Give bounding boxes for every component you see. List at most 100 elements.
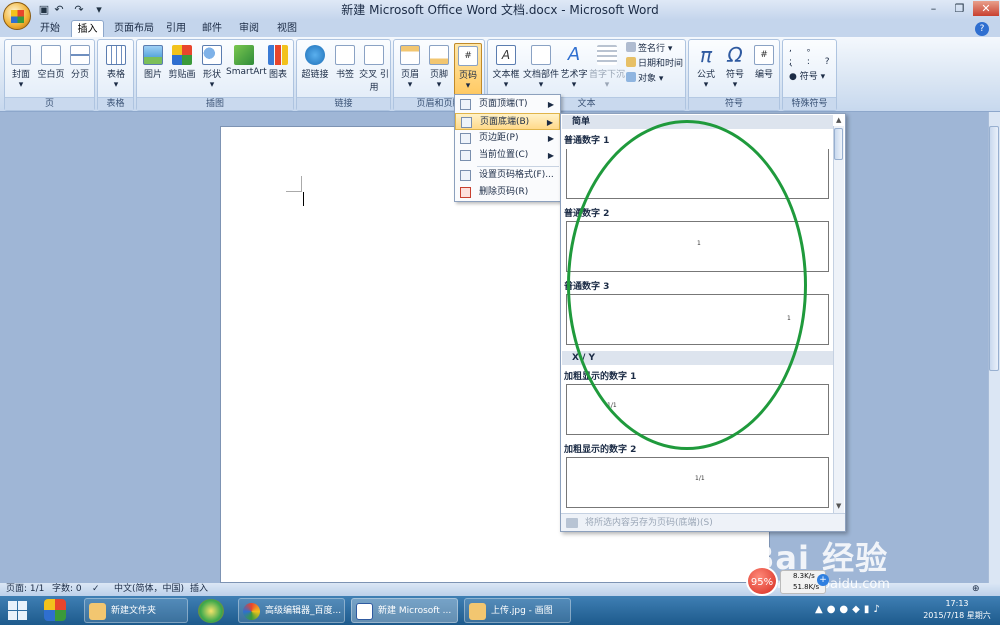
header-icon (400, 45, 420, 65)
hyperlink-button[interactable]: 超链接 (299, 43, 331, 95)
page-number-button[interactable]: # 页码 ▾ (454, 43, 482, 98)
clock[interactable]: 17:13 2015/7/18 星期六 (918, 598, 996, 622)
tab-home[interactable]: 开始 (33, 20, 67, 37)
bookmark-button[interactable]: 书签 (331, 43, 359, 95)
tab-page-layout[interactable]: 页面布局 (110, 20, 158, 37)
status-language[interactable]: 中文(简体，中国) (114, 583, 184, 596)
group-label: 表格 (98, 97, 133, 110)
menu-item-current-position[interactable]: 当前位置(C) ▶ (455, 147, 560, 164)
office-logo-icon (11, 10, 24, 23)
menu-item-page-margins[interactable]: 页边距(P) ▶ (455, 130, 560, 147)
blank-page-icon (41, 45, 61, 65)
page-number-icon: # (458, 46, 478, 66)
cover-page-button[interactable]: 封面 ▾ (7, 43, 35, 95)
text-box-button[interactable]: A 文本框 ▾ (490, 43, 522, 95)
gallery-item-bold-number-2[interactable]: 1/1 (566, 457, 829, 508)
scrollbar-thumb[interactable] (989, 126, 999, 371)
start-button[interactable] (6, 599, 28, 621)
chart-icon (268, 45, 288, 65)
browser-window-icon (243, 603, 260, 620)
taskbar-item-editor[interactable]: 高级编辑器_百度... (238, 598, 345, 623)
gallery-scrollbar[interactable] (833, 126, 844, 514)
group-special-symbols: , 。 、 ; : ? ● 符号 ▾ 特殊符号 (782, 39, 837, 111)
office-button[interactable] (3, 2, 31, 30)
folder-icon (89, 603, 106, 620)
shapes-button[interactable]: 形状 ▾ (198, 43, 226, 95)
menu-item-top-of-page[interactable]: 页面顶端(T) ▶ (455, 96, 560, 113)
scroll-down-icon[interactable]: ▼ (836, 502, 841, 510)
picture-icon (143, 45, 163, 65)
gallery-item-title: 加粗显示的数字 2 (564, 445, 637, 455)
scroll-up-icon[interactable]: ▲ (836, 116, 841, 124)
page-number-menu: 页面顶端(T) ▶ 页面底端(B) ▶ 页边距(P) ▶ 当前位置(C) ▶ 设置页码格… (454, 94, 561, 202)
signature-line-button[interactable]: 签名行 ▾ (626, 42, 672, 57)
gallery-scrollbar-thumb[interactable] (834, 128, 843, 160)
quick-parts-icon (531, 45, 551, 65)
taskbar-item-paint[interactable]: 上传.jpg - 画图 (464, 598, 571, 623)
number-icon: # (754, 45, 774, 65)
speed-badge[interactable]: 95% (746, 566, 778, 596)
picture-button[interactable]: 图片 (139, 43, 167, 95)
wordart-icon: A (567, 44, 581, 65)
tab-view[interactable]: 视图 (273, 20, 301, 37)
paint-icon (469, 603, 486, 620)
windows-logo-icon (8, 601, 17, 610)
page-break-button[interactable]: 分页 (66, 43, 94, 95)
group-illustrations: 图片 剪贴画 形状 ▾ SmartArt 图表 插图 (136, 39, 294, 111)
wordart-button[interactable]: A 艺术字 ▾ (559, 43, 589, 95)
header-button[interactable]: 页眉 ▾ (396, 43, 424, 95)
taskbar-item-word[interactable]: 新建 Microsoft ... (351, 598, 458, 623)
status-word-count[interactable]: 字数: 0 (52, 583, 82, 596)
group-pages: 封面 ▾ 空白页 分页 页 (4, 39, 95, 111)
equation-button[interactable]: π 公式 ▾ (691, 43, 721, 95)
tab-mailings[interactable]: 邮件 (198, 20, 226, 37)
system-tray-icons[interactable]: ▲●●◆▮♪ (815, 604, 911, 618)
number-button[interactable]: # 编号 (750, 43, 778, 95)
close-icon[interactable]: ✕ (973, 1, 999, 16)
object-button[interactable]: 对象 ▾ (626, 72, 663, 87)
margin-marker (286, 191, 302, 192)
table-button[interactable]: 表格 ▾ (101, 43, 131, 95)
symbol-button[interactable]: Ω 符号 ▾ (721, 43, 749, 95)
minimize-icon[interactable]: – (921, 1, 946, 16)
date-time-button[interactable]: 日期和时间 (626, 57, 683, 72)
cross-reference-button[interactable]: 交叉 引用 (359, 43, 389, 95)
omega-icon: Ω (727, 43, 743, 67)
help-icon[interactable]: ? (975, 22, 989, 36)
office-taskbar-icon[interactable] (44, 599, 66, 621)
menu-item-remove-page-numbers[interactable]: 删除页码(R) (455, 184, 560, 201)
browser-icon[interactable] (198, 599, 224, 623)
special-symbols-grid-row2[interactable]: ; : ? (789, 55, 836, 70)
smartart-button[interactable]: SmartArt (226, 43, 267, 95)
quick-parts-button[interactable]: 文档部件 ▾ (523, 43, 559, 95)
menu-item-format-page-numbers[interactable]: 设置页码格式(F)... (455, 167, 560, 184)
tab-references[interactable]: 引用 (162, 20, 190, 37)
blank-page-button[interactable]: 空白页 (36, 43, 66, 95)
special-symbol-button[interactable]: ● 符号 ▾ (789, 70, 825, 85)
group-tables: 表格 ▾ 表格 (97, 39, 134, 111)
clip-art-button[interactable]: 剪贴画 (167, 43, 197, 95)
tab-review[interactable]: 审阅 (235, 20, 263, 37)
group-label: 页 (5, 97, 94, 110)
chart-button[interactable]: 图表 (264, 43, 292, 95)
group-label: 符号 (689, 97, 779, 110)
shapes-icon (202, 45, 222, 65)
smartart-icon (234, 45, 254, 65)
tab-insert[interactable]: 插入 (71, 20, 104, 37)
pi-icon: π (699, 43, 713, 67)
add-icon[interactable]: + (817, 574, 829, 586)
status-insert-mode[interactable]: 插入 (190, 583, 208, 596)
drop-cap-button[interactable]: 首字下沉 ▾ (589, 43, 625, 95)
object-icon (626, 72, 636, 82)
taskbar-item-folder[interactable]: 新建文件夹 (84, 598, 188, 623)
window-title: 新建 Microsoft Office Word 文档.docx - Micro… (341, 3, 659, 17)
menu-item-bottom-of-page[interactable]: 页面底端(B) ▶ (455, 113, 560, 130)
page-margin-icon (460, 133, 471, 144)
cover-page-icon (11, 45, 31, 65)
footer-button[interactable]: 页脚 ▾ (425, 43, 453, 95)
spellcheck-icon[interactable]: ✓ (92, 583, 100, 596)
restore-icon[interactable]: ❐ (947, 1, 972, 16)
save-selection-to-gallery[interactable]: 将所选内容另存为页码(底端)(S) (561, 513, 845, 531)
status-page[interactable]: 页面: 1/1 (6, 583, 44, 596)
zoom-in-icon[interactable]: ⊕ (972, 583, 980, 596)
